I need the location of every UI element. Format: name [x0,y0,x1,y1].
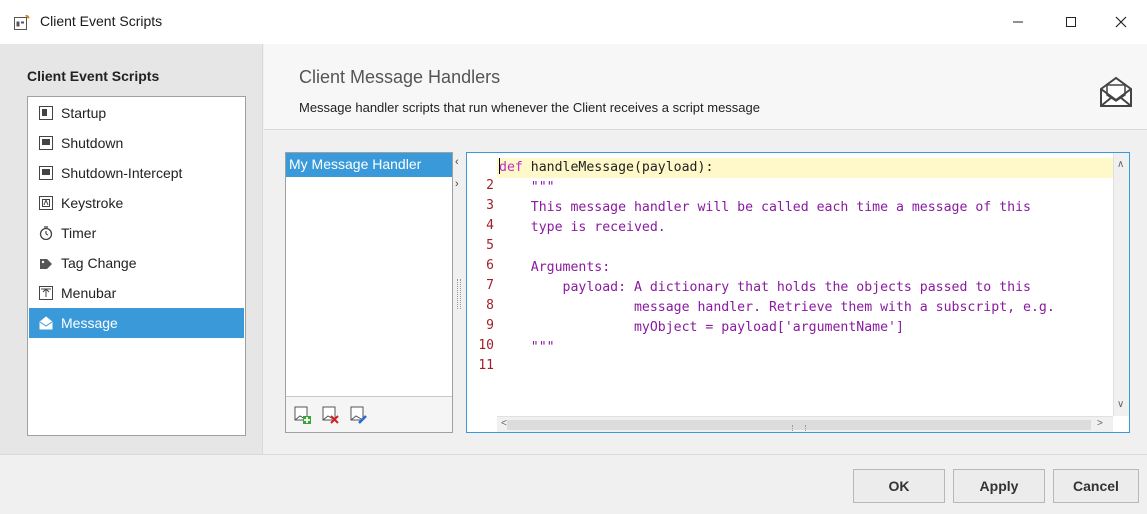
shutdown-intercept-icon [39,166,53,180]
envelope-icon [1100,76,1132,107]
vertical-scrollbar[interactable]: ∧ ∨ [1113,153,1129,416]
line-number: 3 [486,198,494,213]
dialog-footer: OK Apply Cancel [0,454,1147,514]
sidebar-item-label: Keystroke [61,195,124,211]
code-line[interactable]: payload: A dictionary that holds the obj… [497,278,1113,298]
minimize-icon [1013,21,1023,23]
sidebar-item-label: Message [61,315,118,331]
code-text: handleMessage(payload): [522,160,714,175]
line-number: 2 [486,178,494,193]
code-line[interactable]: message handler. Retrieve them with a su… [497,298,1113,318]
line-number: 8 [486,298,494,313]
close-button[interactable] [1098,0,1144,44]
code-line[interactable]: myObject = payload['argumentName'] [497,318,1113,338]
ok-button[interactable]: OK [853,469,945,503]
startup-icon [39,106,53,120]
header: Client Message Handlers Message handler … [264,44,1147,130]
line-number: 10 [478,338,494,353]
code-line[interactable]: type is received. [497,218,1113,238]
sidebar-item-shutdown[interactable]: Shutdown [29,128,244,158]
handler-toolbar [286,396,452,432]
code-line[interactable]: """ [497,178,1113,198]
code-line[interactable] [497,358,1113,378]
scroll-up-icon[interactable]: ∧ [1117,159,1124,170]
scrollbar-grip [792,425,806,431]
delete-handler-icon[interactable] [320,405,340,425]
scroll-left-icon[interactable]: < [501,418,507,429]
code-line[interactable] [497,238,1113,258]
code-line[interactable]: Arguments: [497,258,1113,278]
code-line[interactable]: This message handler will be called each… [497,198,1113,218]
expand-right-arrow[interactable]: › [455,178,459,190]
page-title: Client Message Handlers [299,67,501,87]
timer-icon [39,226,53,240]
line-number-gutter: 2 3 4 5 6 7 8 9 10 11 [467,153,497,416]
add-handler-icon[interactable] [292,405,312,425]
line-number: 11 [478,358,494,373]
sidebar-item-label: Startup [61,105,107,121]
message-icon [39,316,53,330]
sidebar-item-keystroke[interactable]: Keystroke [29,188,244,218]
event-type-list: Startup Shutdown Shutdown-Intercept Keys… [27,96,246,436]
maximize-icon [1066,17,1076,27]
page-subtitle: Message handler scripts that run wheneve… [299,100,760,115]
handler-list: My Message Handler [285,152,453,433]
apply-button[interactable]: Apply [953,469,1045,503]
app-icon [14,15,30,30]
code-keyword: def [499,160,523,175]
sidebar-item-startup[interactable]: Startup [29,98,244,128]
line-number: 9 [486,318,494,333]
line-number: 5 [486,238,494,253]
collapse-left-arrow[interactable]: ‹ [455,156,459,168]
scroll-right-icon[interactable]: > [1097,418,1103,429]
sidebar-item-label: Timer [61,225,97,241]
line-number: 6 [486,258,494,273]
code-line-current[interactable]: def handleMessage(payload): [497,158,1113,178]
line-number: 7 [486,278,494,293]
code-editor[interactable]: 2 3 4 5 6 7 8 9 10 11 def handleMessage(… [466,152,1130,433]
edit-handler-icon[interactable] [348,405,368,425]
sidebar-item-menubar[interactable]: Menubar [29,278,244,308]
shutdown-icon [39,136,53,150]
cancel-button[interactable]: Cancel [1053,469,1139,503]
title-bar: Client Event Scripts [0,0,1147,44]
horizontal-scrollbar[interactable]: < > [497,416,1113,432]
line-number: 4 [486,218,494,233]
sidebar-item-label: Shutdown [61,135,124,151]
sidebar-item-tag-change[interactable]: Tag Change [29,248,244,278]
scrollbar-thumb[interactable] [507,420,1091,431]
sidebar-heading: Client Event Scripts [27,68,160,84]
splitter[interactable]: ‹ › [454,152,464,433]
left-pane: Client Event Scripts Startup Shutdown Sh… [0,44,263,454]
sidebar-item-shutdown-intercept[interactable]: Shutdown-Intercept [29,158,244,188]
code-line[interactable]: """ [497,338,1113,358]
menubar-icon [39,286,53,300]
window-title: Client Event Scripts [40,13,163,29]
splitter-grip[interactable] [457,279,461,309]
scroll-down-icon[interactable]: ∨ [1117,399,1124,410]
minimize-button[interactable] [995,0,1041,44]
sidebar-item-message[interactable]: Message [29,308,244,338]
sidebar-item-label: Tag Change [61,255,137,271]
maximize-button[interactable] [1048,0,1094,44]
tag-change-icon [39,256,53,270]
close-icon [1115,16,1127,28]
sidebar-item-label: Shutdown-Intercept [61,165,183,181]
handler-item[interactable]: My Message Handler [286,153,452,177]
sidebar-item-timer[interactable]: Timer [29,218,244,248]
keystroke-icon [39,196,53,210]
sidebar-item-label: Menubar [61,285,117,301]
